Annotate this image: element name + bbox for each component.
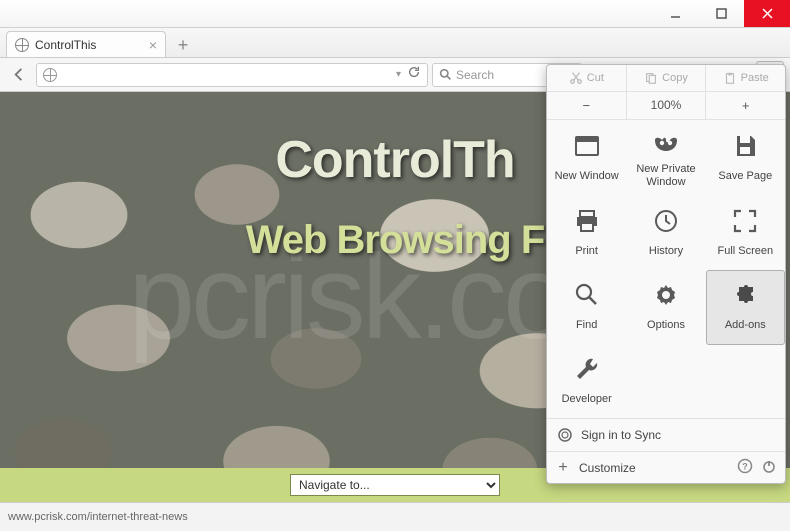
menu-paste[interactable]: Paste: [705, 65, 785, 91]
menu-signin[interactable]: Sign in to Sync: [547, 418, 785, 451]
zoom-in-button[interactable]: +: [705, 92, 785, 119]
navigate-select[interactable]: Navigate to...: [290, 474, 500, 496]
gear-icon: [652, 281, 680, 309]
history-icon: [652, 207, 680, 235]
search-icon: [439, 68, 452, 81]
help-button[interactable]: ?: [737, 458, 753, 477]
menu-options[interactable]: Options: [626, 270, 705, 345]
globe-icon: [15, 38, 29, 52]
address-bar[interactable]: ▾: [36, 63, 428, 87]
fullscreen-icon: [731, 207, 759, 235]
menu-save-page[interactable]: Save Page: [706, 120, 785, 197]
menu-fullscreen[interactable]: Full Screen: [706, 197, 785, 270]
sync-icon: [557, 427, 573, 443]
menu-history[interactable]: History: [626, 197, 705, 270]
dropdown-icon[interactable]: ▾: [396, 69, 401, 80]
menu-print[interactable]: Print: [547, 197, 626, 270]
menu-addons[interactable]: Add-ons: [706, 270, 785, 345]
reload-button[interactable]: [407, 65, 421, 84]
globe-icon: [43, 68, 57, 82]
browser-tab[interactable]: ControlThis ×: [6, 31, 166, 57]
menu-copy[interactable]: Copy: [626, 65, 706, 91]
menu-customize[interactable]: Customize: [579, 461, 636, 475]
cut-icon: [569, 71, 583, 85]
menu-developer[interactable]: Developer: [547, 345, 626, 418]
print-icon: [573, 207, 601, 235]
app-menu: Cut Copy Paste − 100% + New Window New P…: [546, 64, 786, 484]
svg-text:?: ?: [742, 462, 748, 472]
back-button[interactable]: [6, 62, 32, 88]
mask-icon: [652, 130, 680, 158]
zoom-out-button[interactable]: −: [547, 92, 626, 119]
wrench-icon: [573, 355, 601, 383]
tab-close-icon[interactable]: ×: [149, 38, 157, 52]
menu-new-private-window[interactable]: New Private Window: [626, 120, 705, 197]
window-icon: [573, 132, 601, 160]
status-text: www.pcrisk.com/internet-threat-news: [8, 511, 188, 523]
find-icon: [573, 281, 601, 309]
plus-icon: +: [555, 459, 571, 477]
search-placeholder: Search: [456, 68, 494, 82]
copy-icon: [644, 71, 658, 85]
puzzle-icon: [731, 281, 759, 309]
tab-title: ControlThis: [35, 38, 96, 52]
zoom-level: 100%: [626, 92, 706, 119]
menu-find[interactable]: Find: [547, 270, 626, 345]
save-icon: [731, 132, 759, 160]
paste-icon: [723, 71, 737, 85]
menu-cut[interactable]: Cut: [547, 65, 626, 91]
new-tab-button[interactable]: +: [170, 35, 196, 57]
menu-new-window[interactable]: New Window: [547, 120, 626, 197]
window-close-button[interactable]: [744, 0, 790, 27]
power-button[interactable]: [761, 458, 777, 477]
window-maximize-button[interactable]: [698, 0, 744, 27]
window-minimize-button[interactable]: [652, 0, 698, 27]
